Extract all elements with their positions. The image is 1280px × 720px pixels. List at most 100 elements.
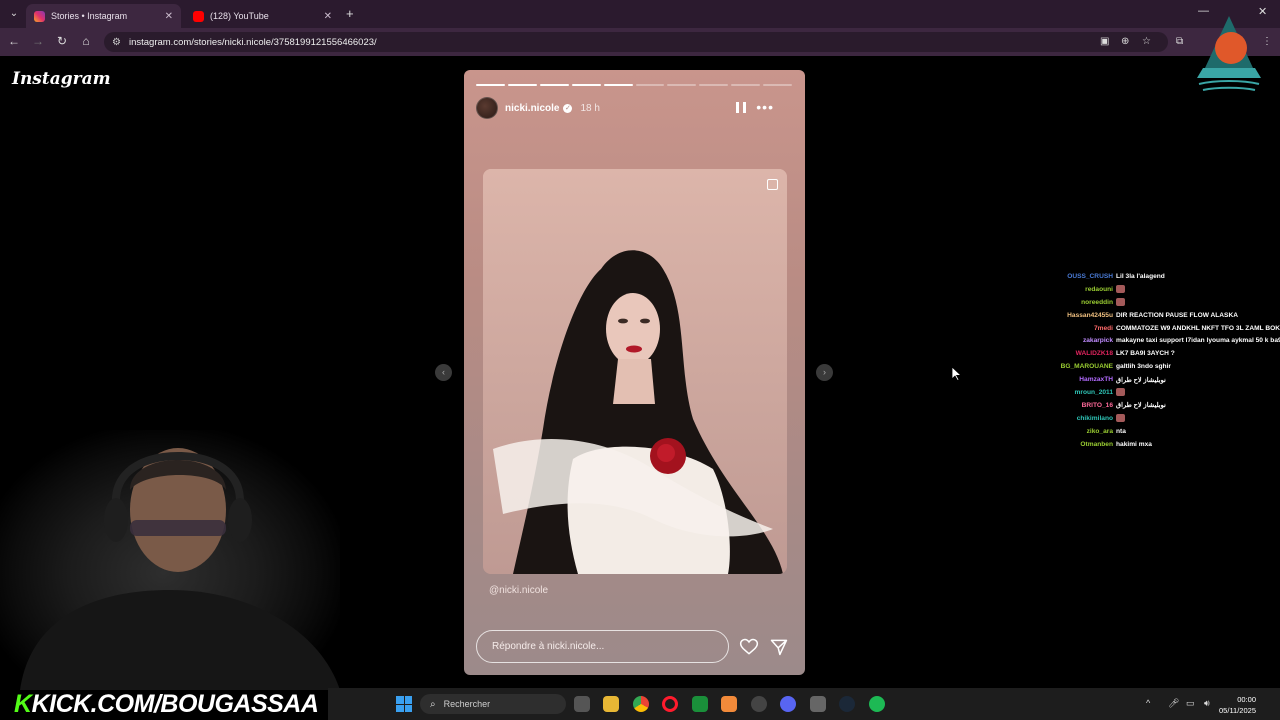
chat-text: نوبليشاز لاح طراق — [1116, 402, 1166, 410]
zoom-icon[interactable]: ⊕ — [1121, 36, 1129, 47]
tab-youtube[interactable]: (128) YouTube ✕ — [185, 4, 340, 28]
task-view-icon[interactable] — [574, 696, 590, 712]
story-mention[interactable]: @nicki.nicole — [489, 585, 548, 596]
progress-segment — [635, 84, 665, 86]
chat-username[interactable]: Otmanben — [1040, 441, 1116, 448]
chat-username[interactable]: redaouni — [1040, 286, 1116, 293]
chat-username[interactable]: BG_MAROUANE — [1040, 363, 1116, 370]
chat-username[interactable]: HamzaxTH — [1040, 376, 1116, 383]
chat-text: hakimi mxa — [1116, 440, 1152, 448]
avatar[interactable] — [476, 97, 498, 119]
volume-icon[interactable]: 🔊︎ — [1204, 698, 1210, 709]
chat-username[interactable]: Hassan42455u — [1040, 312, 1116, 319]
next-story-button[interactable]: › — [816, 364, 833, 381]
new-tab-button[interactable]: + — [346, 6, 354, 21]
discord-icon[interactable] — [780, 696, 796, 712]
chat-message: noreeddin — [1040, 296, 1280, 309]
extensions-icon[interactable]: ⧉ — [1176, 36, 1183, 47]
kick-channel-banner: KKICK.COM/BOUGASSAA — [14, 688, 319, 720]
like-heart-icon[interactable] — [739, 637, 759, 657]
mouse-cursor-icon — [952, 367, 962, 381]
chat-username[interactable]: OUSS_CRUSH — [1040, 273, 1116, 280]
tab-title: (128) YouTube — [210, 11, 269, 21]
chat-message: zakarpick makayne taxi support l7idan lyo… — [1040, 334, 1280, 347]
network-icon[interactable]: ▭ — [1186, 698, 1195, 709]
home-icon[interactable]: ⌂ — [78, 34, 94, 48]
app-green-icon[interactable] — [692, 696, 708, 712]
story-username[interactable]: nicki.nicole — [505, 103, 559, 114]
close-tab-icon[interactable]: ✕ — [165, 11, 173, 22]
story-viewer[interactable]: nicki.nicole ✓ 18 h ••• @nicki.nicole Ré… — [464, 70, 805, 675]
reply-field-container[interactable] — [476, 630, 729, 663]
spotify-icon[interactable] — [869, 696, 885, 712]
reply-input[interactable] — [492, 641, 712, 652]
app-orange-icon[interactable] — [721, 696, 737, 712]
chat-username[interactable]: noreeddin — [1040, 299, 1116, 306]
chat-username[interactable]: 7medi — [1040, 325, 1116, 332]
instagram-logo[interactable]: Instagram — [12, 69, 111, 89]
taskbar-search-input[interactable] — [443, 699, 554, 709]
more-options-button[interactable]: ••• — [756, 99, 774, 115]
address-url[interactable]: instagram.com/stories/nicki.nicole/37581… — [129, 37, 377, 48]
youtube-favicon-icon — [193, 10, 204, 22]
opera-icon[interactable] — [662, 696, 678, 712]
progress-segment — [699, 84, 729, 86]
chat-message: HamzaxTH نوبليشاز لاح طراق — [1040, 373, 1280, 386]
browser-tab-bar: ⌄ Stories • Instagram ✕ (128) YouTube ✕ … — [0, 0, 1280, 28]
progress-segment — [476, 84, 505, 86]
copy-overlay-icon — [767, 179, 778, 190]
tray-chevron-icon[interactable]: ^ — [1146, 698, 1150, 708]
install-app-icon[interactable]: ▣ — [1100, 36, 1109, 47]
chat-message: redaouni — [1040, 283, 1280, 296]
chat-message: BG_MAROUANE galtlih 3ndo sghir — [1040, 360, 1280, 373]
clock-date: 05/11/2025 — [1219, 706, 1256, 715]
portrait-illustration — [483, 169, 787, 574]
progress-segment — [571, 84, 601, 86]
site-info-icon[interactable]: ⚙ — [112, 37, 121, 48]
instagram-favicon-icon — [34, 10, 45, 22]
share-send-icon[interactable] — [769, 637, 789, 657]
chat-message: Hassan42455u DIR RÉACTION PAUSE FLOW ALAS… — [1040, 309, 1280, 322]
tab-title: Stories • Instagram — [51, 11, 128, 21]
chat-text: DIR RÉACTION PAUSE FLOW ALASKA — [1116, 311, 1238, 319]
emote-icon — [1116, 298, 1125, 307]
taskbar-clock[interactable]: 00:00 05/11/2025 — [1219, 694, 1256, 716]
chrome-icon[interactable] — [633, 696, 649, 712]
tab-instagram[interactable]: Stories • Instagram ✕ — [26, 4, 181, 28]
reload-icon[interactable]: ↻ — [54, 34, 70, 48]
address-bar[interactable]: ⚙ instagram.com/stories/nicki.nicole/375… — [104, 32, 1168, 52]
chat-message: 7medi COMMATOZE W9 ANDKHL NKFT TFO 3L ZAM… — [1040, 322, 1280, 335]
chat-username[interactable]: ziko_ara — [1040, 428, 1116, 435]
browser-toolbar: ← → ↻ ⌂ ⚙ instagram.com/stories/nicki.ni… — [0, 28, 1280, 56]
back-icon[interactable]: ← — [6, 34, 22, 48]
app-obs-icon[interactable] — [751, 696, 767, 712]
chat-message: OUSS_CRUSH Lil 3la l'alagend — [1040, 270, 1280, 283]
chat-username[interactable]: chikimilano — [1040, 415, 1116, 422]
chat-username[interactable]: WALIDZK18 — [1040, 350, 1116, 357]
windows-start-icon[interactable] — [396, 696, 412, 712]
file-explorer-icon[interactable] — [603, 696, 619, 712]
bookmark-star-icon[interactable]: ☆ — [1142, 36, 1151, 47]
tab-search-icon[interactable]: ⌄ — [6, 6, 22, 22]
chat-text: نوبليشاز لاح طراق — [1116, 376, 1166, 384]
browser-menu-icon[interactable]: ⋮ — [1262, 36, 1272, 47]
chat-username[interactable]: zakarpick — [1040, 337, 1116, 344]
streamer-webcam — [0, 430, 340, 690]
chat-text: COMMATOZE W9 ANDKHL NKFT TFO 3L ZAML BOK — [1116, 324, 1280, 332]
app-store-icon[interactable] — [810, 696, 826, 712]
forward-icon[interactable]: → — [30, 34, 46, 48]
previous-story-button[interactable]: ‹ — [435, 364, 452, 381]
progress-segment — [667, 84, 697, 86]
chat-message: WALIDZK18 LK7 BA9I 3AYCH ? — [1040, 347, 1280, 360]
steam-icon[interactable] — [839, 696, 855, 712]
chat-username[interactable]: BRITO_16 — [1040, 402, 1116, 409]
story-header: nicki.nicole ✓ 18 h ••• — [476, 97, 792, 119]
argo-logo-icon — [1197, 16, 1261, 91]
chat-username[interactable]: mroun_2011 — [1040, 389, 1116, 396]
chat-message: chikimilano — [1040, 412, 1280, 425]
pause-button[interactable] — [736, 102, 746, 114]
close-tab-icon[interactable]: ✕ — [324, 11, 332, 22]
microphone-icon[interactable]: 🎤︎ — [1168, 698, 1179, 709]
kick-logo: K — [14, 690, 32, 718]
taskbar-search[interactable]: ⌕ — [420, 694, 566, 714]
